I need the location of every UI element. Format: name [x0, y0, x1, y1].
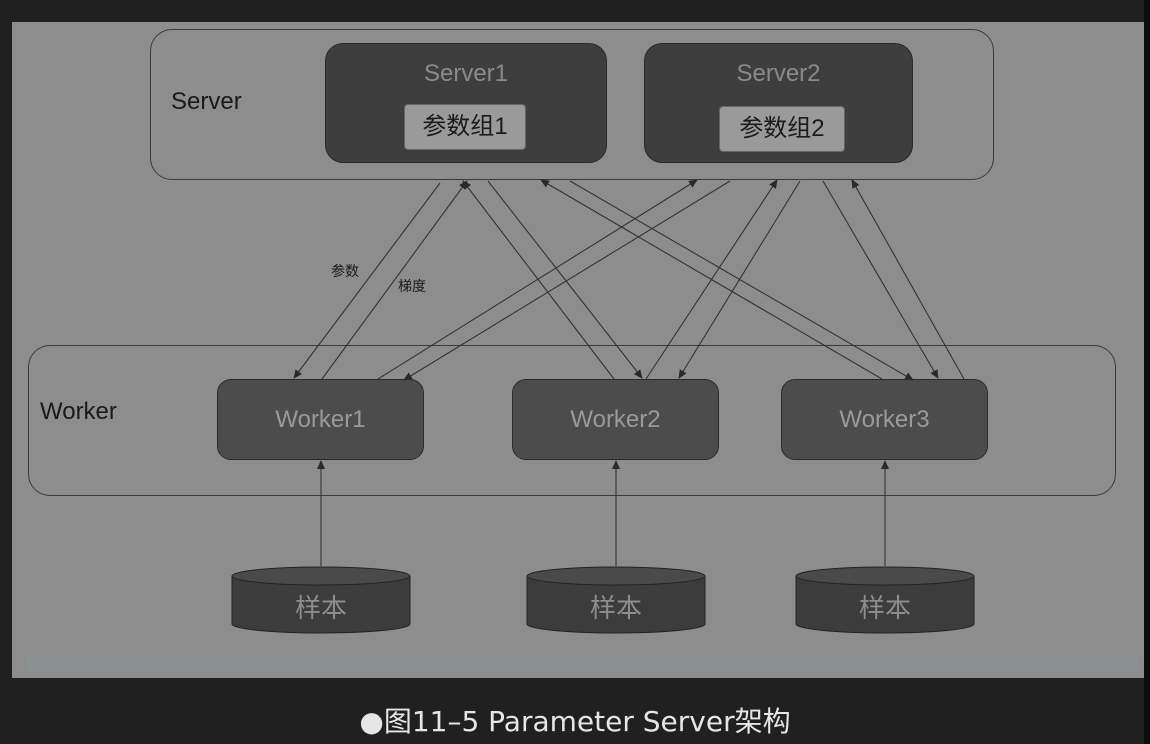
- edge-label-gradient: 梯度: [398, 279, 426, 295]
- edge-s1-w3-param: [569, 180, 914, 381]
- sample2-db: 样本: [526, 566, 706, 634]
- edge-s2-w1-param: [403, 180, 731, 381]
- sample3-label: 样本: [858, 593, 911, 623]
- edge-s2-w3-param: [822, 180, 939, 379]
- sample2-label: 样本: [589, 593, 642, 623]
- edge-w3-s1-grad: [540, 179, 883, 380]
- edge-w3-s2-grad: [851, 179, 965, 380]
- figure-caption: ●图11–5 Parameter Server架构: [359, 705, 791, 738]
- edge-w2-s1-grad: [462, 180, 615, 380]
- edge-label-params: 参数: [331, 264, 359, 280]
- sample3-db: 样本: [795, 566, 975, 634]
- sample1-label: 样本: [294, 593, 347, 623]
- sample1-db: 样本: [231, 566, 411, 634]
- edge-s1-w2-param: [487, 180, 643, 379]
